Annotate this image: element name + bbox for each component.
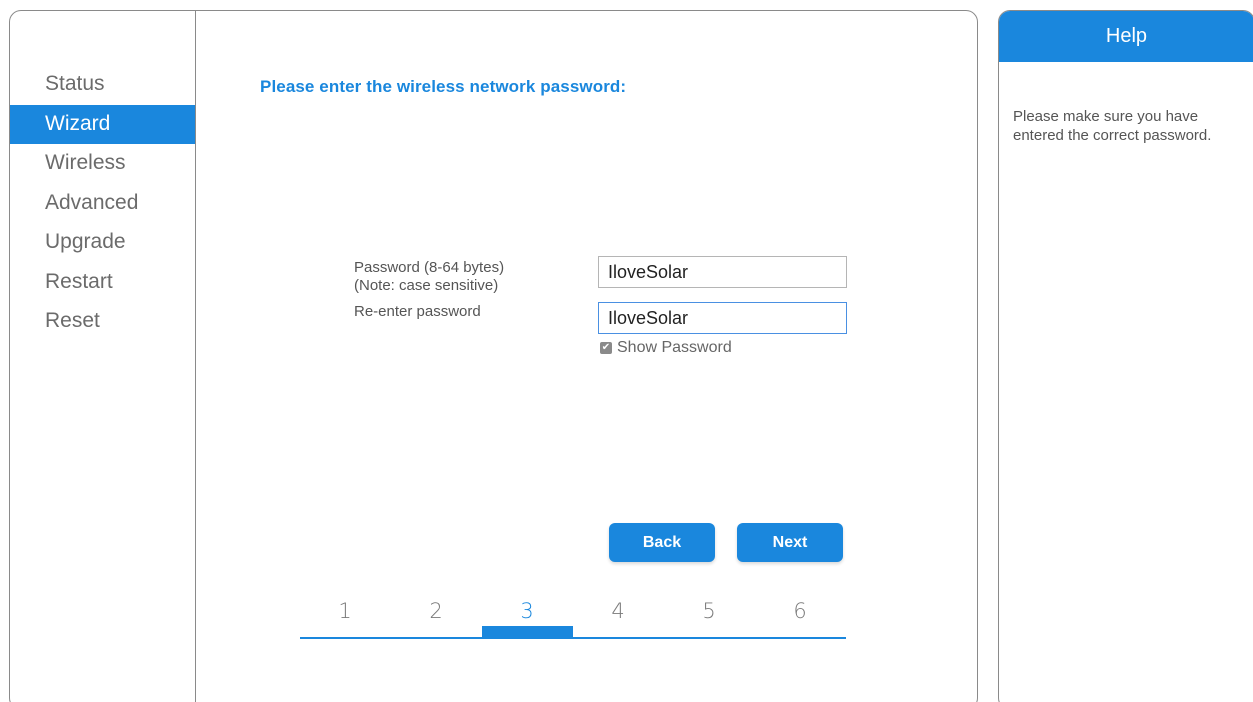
password-input[interactable] (598, 256, 847, 288)
main-panel: Status Wizard Wireless Advanced Upgrade … (9, 10, 978, 702)
step-2: 2 (429, 599, 443, 623)
sidebar-item-reset[interactable]: Reset (10, 302, 195, 342)
show-password-toggle[interactable]: ✔ Show Password (600, 339, 732, 357)
nav-list: Status Wizard Wireless Advanced Upgrade … (10, 65, 195, 342)
reenter-password-label: Re-enter password (354, 303, 481, 320)
sidebar: Status Wizard Wireless Advanced Upgrade … (10, 11, 196, 702)
sidebar-item-upgrade[interactable]: Upgrade (10, 223, 195, 263)
sidebar-item-restart[interactable]: Restart (10, 263, 195, 303)
step-6: 6 (793, 599, 807, 623)
step-5: 5 (702, 599, 716, 623)
wizard-content: Please enter the wireless network passwo… (196, 11, 977, 702)
step-progress-line (300, 637, 846, 639)
password-label: Password (8-64 bytes) (354, 259, 505, 276)
show-password-label: Show Password (617, 339, 732, 356)
help-text: Please make sure you have entered the co… (1013, 108, 1212, 144)
help-panel: Help Please make sure you have entered t… (998, 10, 1253, 702)
step-1: 1 (338, 599, 352, 623)
page-title: Please enter the wireless network passwo… (260, 77, 627, 96)
step-3: 3 (520, 599, 534, 623)
password-note: (Note: case sensitive) (354, 277, 499, 294)
sidebar-item-wireless[interactable]: Wireless (10, 144, 195, 184)
step-indicator: 1 2 3 4 5 6 (300, 599, 846, 643)
sidebar-item-wizard[interactable]: Wizard (10, 104, 195, 144)
show-password-checkbox[interactable]: ✔ (600, 342, 612, 354)
next-button[interactable]: Next (737, 523, 843, 562)
back-button[interactable]: Back (609, 523, 715, 562)
reenter-password-input[interactable] (598, 302, 847, 334)
current-step-marker (482, 626, 573, 638)
help-title: Help (999, 11, 1253, 62)
sidebar-item-status[interactable]: Status (10, 65, 195, 105)
sidebar-item-advanced[interactable]: Advanced (10, 184, 195, 224)
step-4: 4 (611, 599, 625, 623)
